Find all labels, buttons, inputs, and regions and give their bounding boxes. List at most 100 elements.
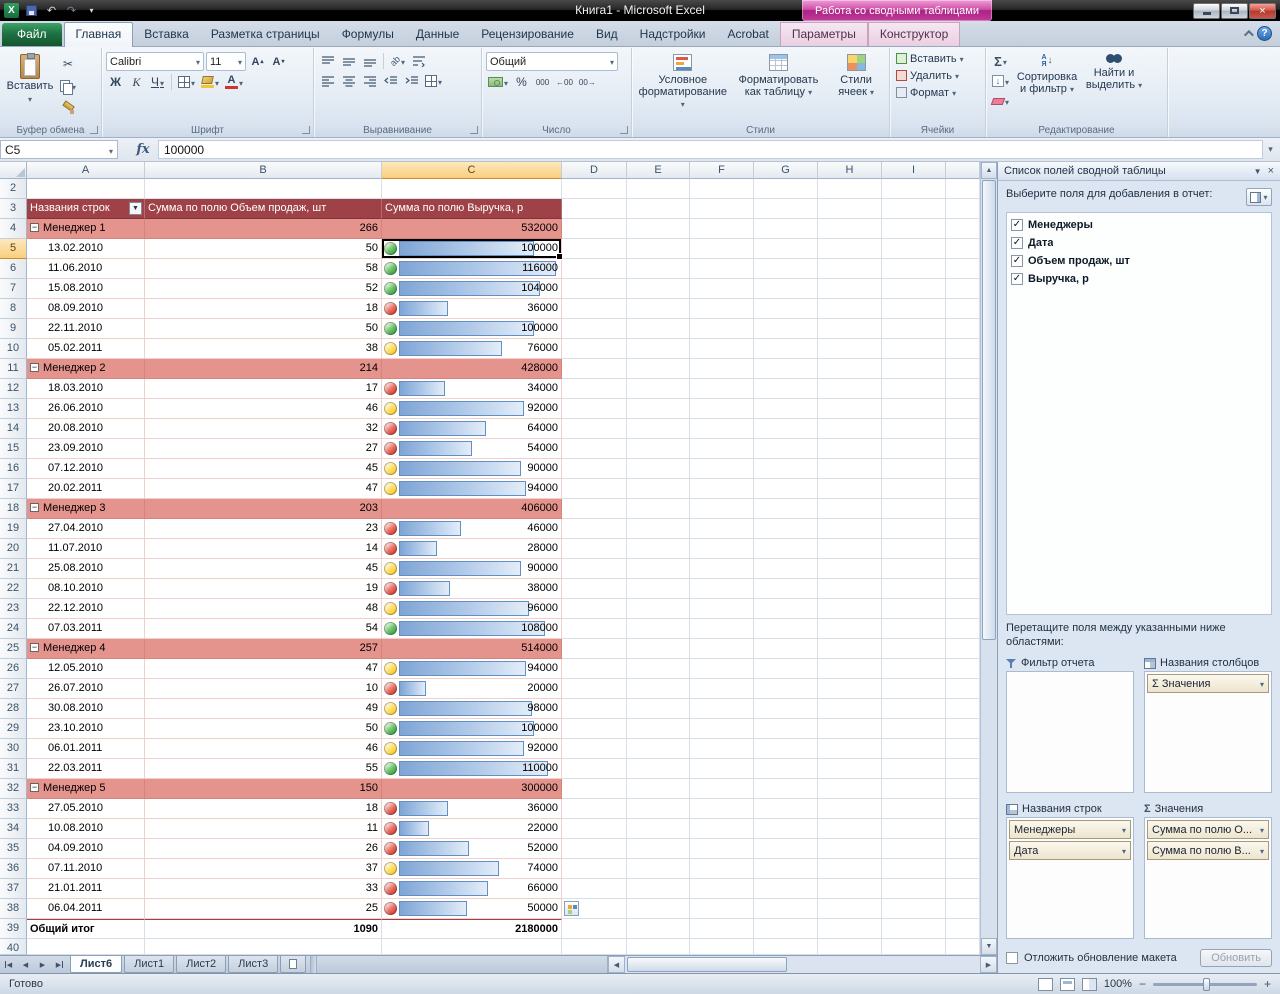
sheet-tab[interactable]: Лист3 [228,956,278,973]
grid-cell[interactable] [562,299,627,319]
grid-cell[interactable] [627,819,690,839]
previous-sheet-button[interactable]: ◀ [17,956,34,973]
grid-cell[interactable]: 23 [145,519,382,539]
tab-review[interactable]: Рецензирование [470,23,585,46]
grid-cell[interactable] [627,579,690,599]
grid-cell[interactable]: 37 [145,859,382,879]
grid-cell[interactable] [882,639,946,659]
row-header-25[interactable]: 25 [0,639,27,659]
grid-cell[interactable]: 92000 [382,399,562,419]
grid-cell[interactable] [690,479,754,499]
grid-cell[interactable] [818,679,882,699]
grid-cell[interactable]: 08.09.2010 [27,299,145,319]
grid-cell[interactable] [627,419,690,439]
grid-cell[interactable] [690,299,754,319]
grid-cell[interactable] [627,619,690,639]
grid-cell[interactable]: 52000 [382,839,562,859]
grid-cell[interactable] [754,699,818,719]
grid-cell[interactable] [562,219,627,239]
underline-button[interactable]: Ч [148,73,167,91]
grid-cell[interactable]: 27.04.2010 [27,519,145,539]
grid-cell[interactable] [27,179,145,199]
insert-function-button[interactable]: fx [128,142,158,157]
grid-cell[interactable] [562,859,627,879]
grid-cell[interactable]: 46000 [382,519,562,539]
row-header-5[interactable]: 5 [0,239,27,259]
restore-button[interactable] [1221,3,1248,19]
grid-cell[interactable] [562,659,627,679]
formula-input[interactable]: 100000 [158,140,1263,159]
grid-cell[interactable] [882,239,946,259]
grid-cell[interactable] [818,339,882,359]
grid-cell[interactable] [882,359,946,379]
grid-cell[interactable] [754,419,818,439]
grid-cell[interactable] [754,399,818,419]
page-break-view-button[interactable] [1082,978,1097,991]
grid-cell[interactable] [818,479,882,499]
grid-cell[interactable]: 94000 [382,659,562,679]
grid-cell[interactable] [627,719,690,739]
grid-cell[interactable] [882,799,946,819]
grid-cell[interactable] [882,899,946,919]
grid-cell[interactable] [818,499,882,519]
grid-cell[interactable]: 48 [145,599,382,619]
grid-cell[interactable]: 06.04.2011 [27,899,145,919]
row-header-37[interactable]: 37 [0,879,27,899]
grid-cell[interactable] [754,499,818,519]
grid-cell[interactable] [627,519,690,539]
column-header-I[interactable]: I [882,162,946,179]
row-header-40[interactable]: 40 [0,939,27,955]
grid-cell[interactable]: 07.12.2010 [27,459,145,479]
zoom-slider-thumb[interactable] [1203,978,1210,991]
grid-cell[interactable] [882,199,946,219]
row-header-16[interactable]: 16 [0,459,27,479]
grid-cell[interactable] [754,199,818,219]
grid-cell[interactable]: 32 [145,419,382,439]
grid-cell[interactable]: 76000 [382,339,562,359]
grid-cell[interactable] [562,359,627,379]
grid-cell[interactable] [754,319,818,339]
grid-cell[interactable]: 17 [145,379,382,399]
grid-cell[interactable]: 532000 [382,219,562,239]
align-left-button[interactable] [318,72,337,90]
grid-cell[interactable] [562,199,627,219]
grid-cell[interactable]: −Менеджер 3 [27,499,145,519]
grid-cell[interactable]: 50000 [382,899,562,919]
grid-cell[interactable] [882,719,946,739]
grid-cell[interactable]: 54 [145,619,382,639]
grid-cell[interactable] [627,859,690,879]
grid-cell[interactable] [562,459,627,479]
field-checkbox[interactable]: ✓ [1011,255,1023,267]
grid-cell[interactable] [690,239,754,259]
grid-cell[interactable] [562,519,627,539]
collapse-icon[interactable]: − [30,223,39,232]
grid-cell[interactable]: 18 [145,299,382,319]
row-header-6[interactable]: 6 [0,259,27,279]
sort-filter-button[interactable]: АЯ↓ Сортировкаи фильтр [1013,50,1081,122]
row-header-35[interactable]: 35 [0,839,27,859]
grid-cell[interactable] [145,179,382,199]
grid-cell[interactable] [562,379,627,399]
grid-cell[interactable] [818,259,882,279]
grid-cell[interactable] [882,459,946,479]
number-format-select[interactable]: Общий [486,52,618,71]
grid-cell[interactable] [754,299,818,319]
save-button[interactable] [23,3,40,19]
grid-cell[interactable] [627,319,690,339]
row-header-36[interactable]: 36 [0,859,27,879]
orientation-button[interactable]: ab [388,52,407,70]
filter-dropdown-icon[interactable]: ▼ [129,202,142,215]
number-dialog-launcher[interactable] [620,126,628,134]
grid-cell[interactable] [627,279,690,299]
grid-cell[interactable] [690,619,754,639]
expand-formula-bar-icon[interactable]: ▾ [1263,144,1278,155]
grid-cell[interactable] [690,579,754,599]
grid-cell[interactable] [882,679,946,699]
merge-center-button[interactable] [423,72,444,90]
grid-cell[interactable]: 49 [145,699,382,719]
format-as-table-button[interactable]: Форматироватькак таблицу [732,50,826,122]
grid-cell[interactable] [627,839,690,859]
grid-cell[interactable]: 100000 [382,239,562,259]
grid-cell[interactable] [818,539,882,559]
row-header-10[interactable]: 10 [0,339,27,359]
